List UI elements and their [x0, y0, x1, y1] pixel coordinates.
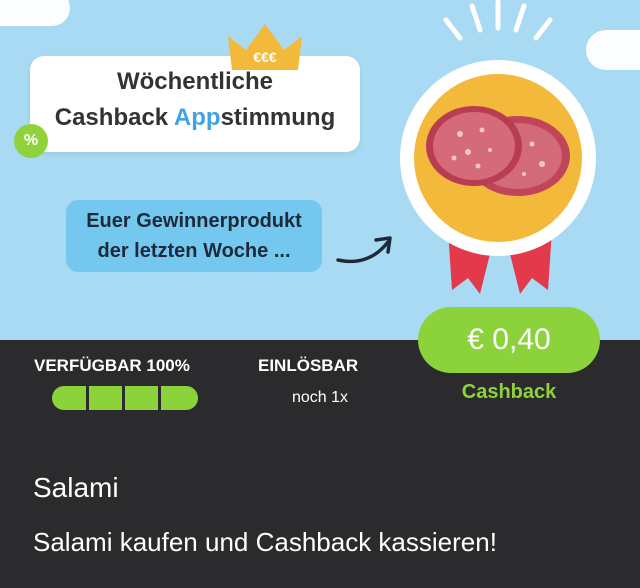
salami-product-image	[426, 106, 570, 196]
redeemable-label: EINLÖSBAR	[258, 356, 359, 375]
arrow-icon	[336, 236, 392, 264]
weekly-vote-title: Wöchentliche Cashback Appstimmung	[30, 56, 360, 152]
progress-segment-divider	[122, 386, 125, 410]
percent-badge-icon: %	[14, 124, 48, 158]
progress-segment-divider	[86, 386, 89, 410]
svg-text:€€€: €€€	[253, 49, 277, 65]
availability-label: VERFÜGBAR 100%	[34, 356, 190, 375]
promo-banner: Wöchentliche Cashback Appstimmung €€€ % …	[0, 0, 640, 340]
cashback-amount-badge[interactable]: € 0,40	[418, 307, 600, 373]
title-line-1: Wöchentliche	[116, 68, 273, 95]
crown-icon: €€€	[228, 24, 302, 70]
winner-line-2: der letzten Woche ...	[97, 240, 291, 262]
winner-line-1: Euer Gewinnerprodukt	[86, 210, 302, 232]
redeemable-value: noch 1x	[291, 389, 349, 406]
cashback-label: Cashback	[461, 381, 557, 403]
title-line-2: Cashback Appstimmung	[54, 104, 336, 131]
progress-segment-divider	[158, 386, 161, 410]
cloud-decoration	[586, 30, 640, 70]
product-description: Salami kaufen und Cashback kassieren!	[33, 527, 497, 557]
cashback-offer-card[interactable]: Wöchentliche Cashback Appstimmung €€€ % …	[0, 0, 640, 588]
product-name: Salami	[33, 472, 119, 503]
availability-progress-bar	[52, 386, 198, 410]
winner-label-box: Euer Gewinnerprodukt der letzten Woche .…	[66, 200, 322, 272]
cloud-decoration	[0, 0, 70, 26]
